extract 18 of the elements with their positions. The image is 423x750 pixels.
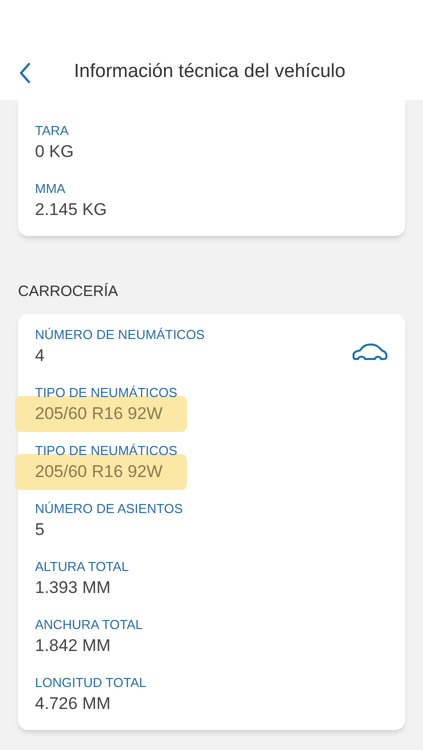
field-value: 0 KG (35, 141, 74, 163)
back-icon[interactable] (18, 62, 32, 84)
field-value: 1.842 MM (35, 634, 111, 656)
field-label: LONGITUD TOTAL (35, 674, 146, 692)
field-value: 4.726 MM (35, 692, 111, 714)
field-label: NÚMERO DE NEUMÁTICOS (35, 326, 205, 344)
field-label: TARA (35, 122, 69, 140)
screen-title: Información técnica del vehículo (74, 60, 346, 84)
field-value: 4 (35, 344, 44, 366)
field-value: 1.393 MM (35, 576, 111, 598)
field-label: ANCHURA TOTAL (35, 616, 143, 634)
section-heading: CARROCERÍA (18, 282, 120, 302)
car-icon (352, 342, 388, 362)
field-label: NÚMERO DE ASIENTOS (35, 500, 183, 518)
field-value: 5 (35, 518, 44, 540)
field-label: ALTURA TOTAL (35, 558, 129, 576)
field-label: MMA (35, 180, 66, 198)
field-value: 2.145 KG (35, 199, 107, 221)
